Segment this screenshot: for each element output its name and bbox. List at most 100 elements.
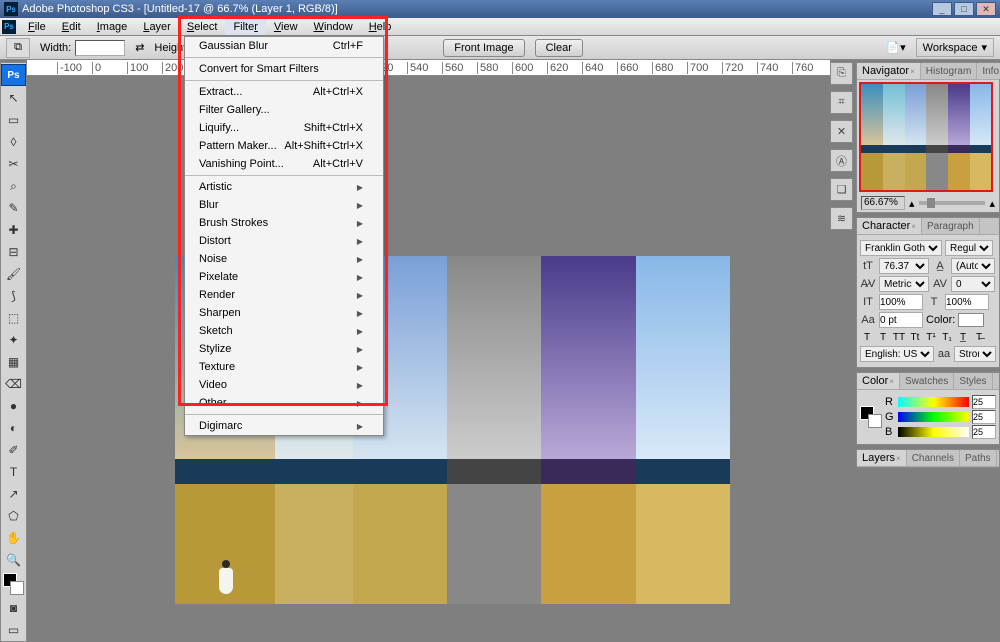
- filter-filter-gallery-[interactable]: Filter Gallery...: [185, 101, 383, 119]
- menu-layer[interactable]: Layer: [135, 19, 179, 35]
- filter-sharpen[interactable]: Sharpen▶: [185, 304, 383, 322]
- filter-distort[interactable]: Distort▶: [185, 232, 383, 250]
- zoom-out-icon[interactable]: ▴: [909, 197, 915, 210]
- tool-4[interactable]: ⌕: [1, 175, 26, 197]
- font-style-select[interactable]: Regular: [945, 240, 993, 256]
- tab-swatches[interactable]: Swatches: [900, 373, 954, 389]
- go-online-icon[interactable]: 📄▾: [886, 41, 905, 54]
- baseline-input[interactable]: [879, 312, 923, 328]
- menu-edit[interactable]: Edit: [54, 19, 89, 35]
- zoom-slider[interactable]: [919, 201, 986, 205]
- filter-artistic[interactable]: Artistic▶: [185, 178, 383, 196]
- tool-21[interactable]: 🔍: [1, 549, 26, 571]
- dock-icon-0[interactable]: ⎘: [830, 62, 853, 85]
- color-swatch[interactable]: [1, 571, 26, 597]
- superscript-button[interactable]: T¹: [924, 330, 938, 344]
- filter-extract-[interactable]: Extract...Alt+Ctrl+X: [185, 83, 383, 101]
- subscript-button[interactable]: T₁: [940, 330, 954, 344]
- tool-15[interactable]: ◐: [1, 417, 26, 439]
- tool-16[interactable]: ✐: [1, 439, 26, 461]
- close-button[interactable]: ✕: [976, 2, 996, 16]
- leading-input[interactable]: (Auto): [951, 258, 995, 274]
- color-swatches[interactable]: [860, 406, 882, 428]
- filter-last[interactable]: Gaussian BlurCtrl+F: [185, 37, 383, 55]
- filter-render[interactable]: Render▶: [185, 286, 383, 304]
- filter-sketch[interactable]: Sketch▶: [185, 322, 383, 340]
- tab-histogram[interactable]: Histogram: [921, 63, 978, 79]
- filter-vanishing-point-[interactable]: Vanishing Point...Alt+Ctrl+V: [185, 155, 383, 173]
- tool-5[interactable]: ✎: [1, 197, 26, 219]
- tab-character[interactable]: Character×: [857, 218, 922, 234]
- tracking-input[interactable]: 0: [951, 276, 995, 292]
- tab-info[interactable]: Info: [977, 63, 1000, 79]
- tool-3[interactable]: ✂: [1, 153, 26, 175]
- menu-filter[interactable]: Filter: [225, 19, 265, 35]
- minimize-button[interactable]: _: [932, 2, 952, 16]
- filter-digimarc[interactable]: Digimarc▶: [185, 417, 383, 435]
- zoom-in-icon[interactable]: ▴: [989, 197, 995, 210]
- clear-button[interactable]: Clear: [535, 39, 583, 57]
- toolbox-header[interactable]: Ps: [1, 64, 26, 86]
- tool-13[interactable]: ⌫: [1, 373, 26, 395]
- dock-icon-4[interactable]: ❏: [830, 178, 853, 201]
- tab-navigator[interactable]: Navigator×: [857, 63, 921, 79]
- menu-image[interactable]: Image: [89, 19, 136, 35]
- tool-17[interactable]: T: [1, 461, 26, 483]
- tool-19[interactable]: ⬠: [1, 505, 26, 527]
- filter-blur[interactable]: Blur▶: [185, 196, 383, 214]
- kerning-select[interactable]: Metrics: [879, 276, 929, 292]
- font-size-input[interactable]: 76.37 pt: [879, 258, 929, 274]
- b-slider[interactable]: [898, 427, 969, 437]
- menu-file[interactable]: File: [20, 19, 54, 35]
- dock-icon-3[interactable]: Ⓐ: [830, 149, 853, 172]
- tool-0[interactable]: ↖: [1, 87, 26, 109]
- screenmode-icon[interactable]: ▭: [1, 619, 26, 641]
- menu-view[interactable]: View: [266, 19, 306, 35]
- tool-1[interactable]: ▭: [1, 109, 26, 131]
- underline-button[interactable]: T̲: [956, 330, 970, 344]
- allcaps-button[interactable]: TT: [892, 330, 906, 344]
- tool-8[interactable]: 🖌: [1, 263, 26, 285]
- tab-styles[interactable]: Styles: [954, 373, 992, 389]
- tool-10[interactable]: ⬚: [1, 307, 26, 329]
- tool-6[interactable]: ✚: [1, 219, 26, 241]
- filter-other[interactable]: Other▶: [185, 394, 383, 412]
- r-slider[interactable]: [898, 397, 969, 407]
- tool-20[interactable]: ✋: [1, 527, 26, 549]
- front-image-button[interactable]: Front Image: [443, 39, 524, 57]
- b-value[interactable]: [972, 425, 996, 439]
- menu-select[interactable]: Select: [179, 19, 226, 35]
- navigator-thumbnail[interactable]: [859, 82, 993, 192]
- dock-icon-1[interactable]: ⌗: [830, 91, 853, 114]
- hscale-input[interactable]: [945, 294, 989, 310]
- tool-14[interactable]: ●: [1, 395, 26, 417]
- g-value[interactable]: [972, 410, 996, 424]
- tool-12[interactable]: ▦: [1, 351, 26, 373]
- tool-7[interactable]: ⊟: [1, 241, 26, 263]
- menu-help[interactable]: Help: [361, 19, 400, 35]
- italic-button[interactable]: T: [876, 330, 890, 344]
- quickmask-icon[interactable]: ◙: [1, 597, 26, 619]
- maximize-button[interactable]: □: [954, 2, 974, 16]
- tab-color[interactable]: Color×: [857, 373, 900, 389]
- zoom-value[interactable]: 66.67%: [861, 196, 905, 210]
- menu-window[interactable]: Window: [306, 19, 361, 35]
- tab-paths[interactable]: Paths: [960, 450, 997, 466]
- dock-icon-2[interactable]: ✕: [830, 120, 853, 143]
- width-input[interactable]: [75, 40, 125, 56]
- filter-noise[interactable]: Noise▶: [185, 250, 383, 268]
- language-select[interactable]: English: USA: [860, 346, 934, 362]
- vscale-input[interactable]: [879, 294, 923, 310]
- canvas-area[interactable]: [27, 76, 830, 604]
- filter-smart[interactable]: Convert for Smart Filters: [185, 60, 383, 78]
- dock-icon-5[interactable]: ≋: [830, 207, 853, 230]
- workspace-switcher[interactable]: Workspace ▾: [916, 38, 994, 57]
- smallcaps-button[interactable]: Tt: [908, 330, 922, 344]
- text-color-swatch[interactable]: [958, 313, 984, 327]
- strike-button[interactable]: T̶: [972, 330, 986, 344]
- tool-2[interactable]: ◊: [1, 131, 26, 153]
- tool-9[interactable]: ⟆: [1, 285, 26, 307]
- filter-liquify-[interactable]: Liquify...Shift+Ctrl+X: [185, 119, 383, 137]
- doc-icon[interactable]: Ps: [2, 20, 16, 34]
- filter-pixelate[interactable]: Pixelate▶: [185, 268, 383, 286]
